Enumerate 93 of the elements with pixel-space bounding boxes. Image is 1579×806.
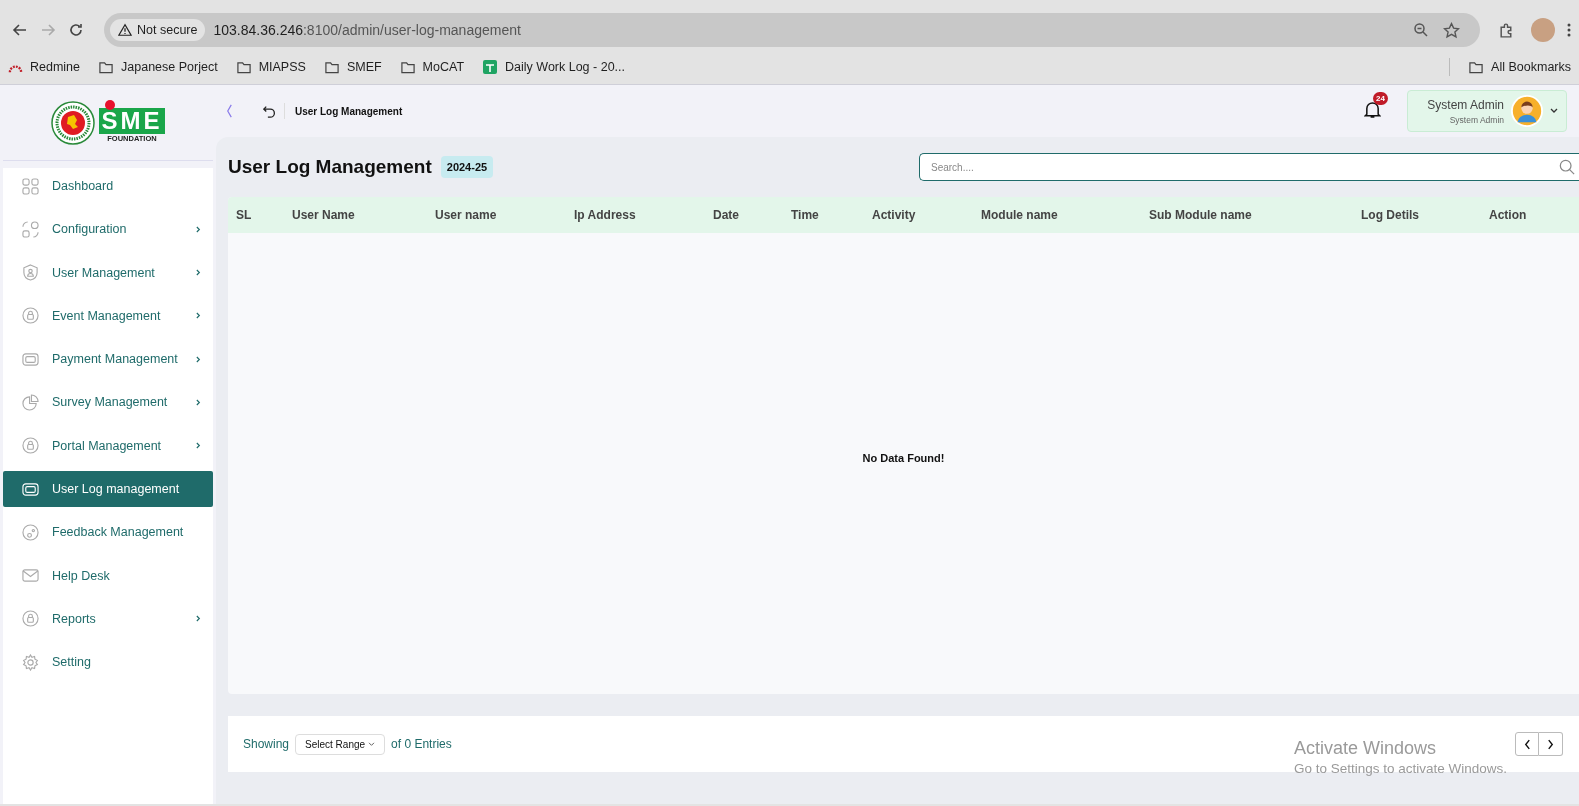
fiscal-year-tag: 2024-25: [440, 156, 494, 178]
star-icon[interactable]: [1443, 21, 1460, 39]
gear-icon: [22, 653, 39, 671]
lock-icon: [22, 437, 39, 455]
sidebar-item[interactable]: Payment Management: [3, 341, 213, 378]
reload-icon[interactable]: [68, 22, 84, 38]
breadcrumb: User Log Management: [295, 105, 403, 117]
column-header: Action: [1489, 208, 1528, 222]
user-role: System Admin: [1449, 114, 1504, 125]
activation-title: Activate Windows: [1294, 738, 1438, 759]
folder-icon: [323, 59, 340, 75]
address-bar[interactable]: Not secure 103.84.36.246:8100/admin/user-log-management: [104, 13, 1480, 47]
bookmark[interactable]: MIAPSS: [235, 59, 306, 75]
security-label: Not secure: [137, 23, 198, 37]
sidebar-item[interactable]: User Log management: [3, 471, 213, 508]
chevron-right-icon: [196, 615, 201, 623]
sidebar-item[interactable]: Survey Management: [3, 384, 213, 421]
sidebar-item[interactable]: Configuration: [3, 211, 213, 248]
page-title: User Log Management: [228, 156, 432, 178]
activation-hint: Go to Settings to activate Windows.: [1294, 761, 1508, 776]
sidebar-item[interactable]: Feedback Management: [3, 514, 213, 551]
chevron-right-icon: [196, 225, 201, 233]
back-icon[interactable]: [12, 22, 28, 38]
empty-message: No Data Found!: [862, 451, 945, 464]
chevron-right-icon: [1547, 738, 1554, 750]
chevron-right-icon: [196, 355, 201, 363]
sidebar-item[interactable]: Dashboard: [3, 168, 213, 204]
lock-icon: [22, 610, 39, 628]
dashed-grid-icon: [22, 220, 39, 238]
showing-label: Showing: [243, 737, 290, 751]
chevron-right-icon: [196, 399, 201, 406]
column-header: Ip Address: [574, 208, 637, 222]
sidebar-item[interactable]: Setting: [3, 644, 213, 681]
folder-icon: [399, 59, 416, 75]
bookmark[interactable]: MoCAT: [399, 59, 465, 75]
column-header: SL: [236, 208, 253, 222]
next-page-button[interactable]: [1539, 732, 1563, 756]
sidebar-item[interactable]: Help Desk: [3, 557, 213, 594]
column-header: User Name: [292, 208, 356, 222]
bell-icon[interactable]: [1364, 99, 1381, 119]
column-header: Log Detils: [1361, 208, 1420, 222]
previous-page-button[interactable]: [1515, 732, 1539, 756]
chevron-right-icon: [196, 269, 201, 277]
column-header: Module name: [981, 208, 1059, 222]
folder-icon: [1468, 59, 1485, 75]
column-header: User name: [435, 208, 498, 222]
pie-icon: [22, 394, 39, 411]
lock-icon: [22, 307, 39, 325]
logo-wordmark: SME: [99, 108, 165, 134]
circle-dots-icon: [22, 523, 39, 541]
column-header: Activity: [872, 208, 917, 222]
spreadsheet-icon: [482, 59, 499, 75]
search-field[interactable]: Search....: [919, 153, 1579, 181]
chevron-right-icon: [196, 442, 201, 450]
chevron-down-icon: [368, 741, 376, 747]
avatar-icon: [1510, 94, 1544, 128]
url-text: 103.84.36.246:8100/admin/user-log-management: [213, 22, 521, 38]
all-bookmarks[interactable]: All Bookmarks: [1468, 59, 1571, 75]
chevron-right-icon: [196, 312, 201, 320]
folder-icon: [235, 59, 252, 75]
grid-icon: [22, 177, 39, 195]
bookmark[interactable]: Redmine: [8, 59, 81, 75]
undo-icon[interactable]: [263, 104, 276, 118]
dot-icon: [105, 100, 116, 110]
chevron-down-icon: [1550, 108, 1558, 114]
column-header: Time: [791, 208, 820, 222]
chevron-left-icon: [1523, 738, 1531, 750]
entries-count: of 0 Entries: [391, 737, 452, 751]
emblem-icon: [51, 100, 96, 145]
sidebar-item[interactable]: Event Management: [3, 297, 213, 334]
folder-icon: [98, 59, 115, 75]
security-chip[interactable]: Not secure: [110, 19, 206, 41]
envelope-icon: [22, 567, 39, 585]
bookmark[interactable]: Daily Work Log - 20...: [482, 59, 625, 75]
notification-count: 24: [1373, 91, 1388, 105]
warning-icon: [118, 23, 132, 37]
search-icon[interactable]: [1559, 159, 1575, 175]
user-name: System Admin: [1427, 97, 1504, 112]
sidebar-item[interactable]: User Management: [3, 254, 213, 291]
shield-icon: [22, 264, 39, 282]
range-select[interactable]: Select Range: [295, 733, 386, 755]
menu-icon[interactable]: [1567, 22, 1571, 38]
sidebar-item[interactable]: Portal Management: [3, 427, 213, 464]
column-header: Date: [713, 208, 740, 222]
bookmark[interactable]: SMEF: [323, 59, 382, 75]
zoom-icon[interactable]: [1413, 22, 1429, 38]
bookmark[interactable]: Japanese Porject: [98, 59, 218, 75]
ticket-icon: [22, 480, 39, 498]
collapse-sidebar-icon[interactable]: [226, 103, 233, 119]
user-menu[interactable]: System Admin System Admin: [1407, 90, 1567, 132]
ticket-icon: [22, 350, 39, 368]
column-header: Sub Module name: [1149, 208, 1253, 222]
sidebar-item[interactable]: Reports: [3, 600, 213, 637]
